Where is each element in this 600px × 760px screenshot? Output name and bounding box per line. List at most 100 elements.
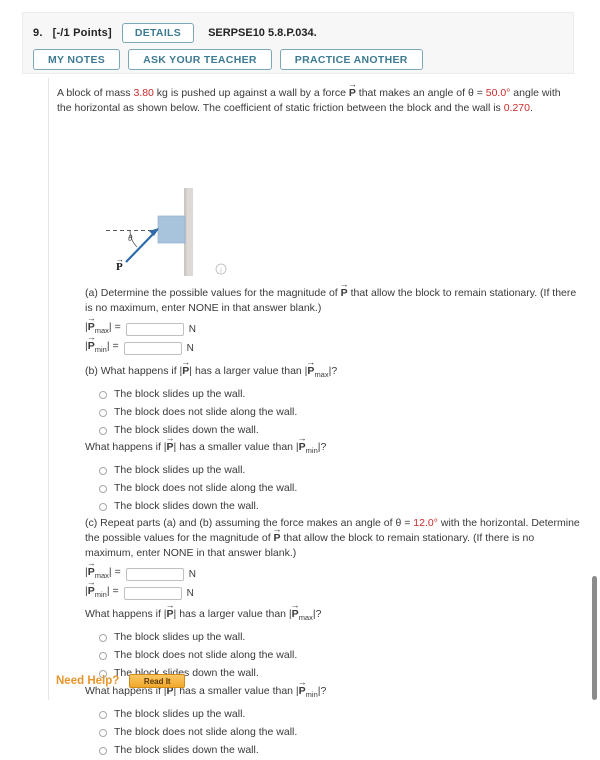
physics-figure: i θ → P [104, 186, 274, 281]
part-a-force-symbol: → P [340, 280, 349, 301]
radio-button-icon[interactable] [99, 710, 107, 719]
part-b-larger-subscript: max [314, 370, 329, 380]
vector-arrow-glyph: → [306, 357, 316, 367]
vector-arrow-glyph: → [86, 558, 96, 569]
part-c-min-unit: N [186, 588, 194, 599]
part-c-larger-subscript: max [298, 613, 313, 623]
part-a-max-input[interactable] [125, 323, 184, 336]
radio-option-slides-up[interactable]: The block slides up the wall. [85, 629, 485, 646]
part-c-block: (c) Repeat parts (a) and (b) assuming th… [85, 516, 585, 602]
radio-option-label[interactable]: The block slides down the wall. [114, 499, 259, 514]
part-c-force-symbol-4: → P [298, 678, 307, 699]
part-c-pre: (c) Repeat parts (a) and (b) assuming th… [85, 517, 396, 529]
radio-option-label[interactable]: The block slides up the wall. [114, 707, 245, 722]
radio-option-no-slide[interactable]: The block does not slide along the wall. [85, 724, 485, 741]
scrollbar-thumb[interactable] [592, 576, 597, 700]
part-a-min-input[interactable] [123, 342, 182, 355]
part-c-min-input[interactable] [123, 587, 182, 600]
radio-option-no-slide[interactable]: The block does not slide along the wall. [85, 647, 485, 664]
part-b-force-symbol-1: → P [181, 358, 190, 379]
radio-button-icon[interactable] [99, 633, 107, 642]
radio-option-label[interactable]: The block does not slide along the wall. [114, 648, 297, 663]
part-b-larger-prompt: (b) What happens if | → P| has a larger va… [85, 358, 585, 382]
radio-button-icon[interactable] [99, 390, 107, 399]
equals-sign-c: = [401, 517, 414, 529]
part-c-max-input[interactable] [125, 568, 184, 581]
part-c-max-subscript: max [94, 571, 109, 581]
read-it-button[interactable]: Read It [129, 674, 186, 688]
part-c-larger-post: |? [312, 608, 322, 620]
problem-text-5: . [529, 102, 533, 114]
radio-option-slides-up[interactable]: The block slides up the wall. [85, 706, 485, 723]
part-c-smaller-block: What happens if |→P| has a smaller value… [85, 678, 485, 760]
part-b-larger-post: |? [328, 365, 338, 377]
radio-option-label[interactable]: The block slides up the wall. [114, 463, 245, 478]
part-c-larger-prompt: What happens if | → P| has a larger value … [85, 601, 585, 625]
radio-option-slides-up[interactable]: The block slides up the wall. [85, 386, 485, 403]
part-c-force-symbol-1: → P [166, 601, 175, 622]
details-button[interactable]: DETAILS [121, 23, 195, 43]
part-b-larger-options: The block slides up the wall. The block … [85, 386, 485, 439]
radio-option-no-slide[interactable]: The block does not slide along the wall. [85, 404, 485, 421]
question-number: 9. [33, 27, 43, 39]
question-points: [-/1 Points] [52, 27, 112, 39]
part-c-smaller-post: |? [317, 685, 327, 697]
radio-button-icon[interactable] [99, 651, 107, 660]
radio-option-label[interactable]: The block does not slide along the wall. [114, 405, 297, 420]
radio-option-slides-up[interactable]: The block slides up the wall. [85, 462, 485, 479]
radio-option-label[interactable]: The block slides down the wall. [114, 423, 259, 438]
practice-another-button[interactable]: PRACTICE ANOTHER [279, 49, 423, 70]
vector-arrow-glyph: → [181, 357, 191, 367]
radio-option-slides-down[interactable]: The block slides down the wall. [85, 742, 485, 759]
part-a-min-label: | → Pmin| = [85, 332, 119, 355]
ask-your-teacher-button[interactable]: ASK YOUR TEACHER [128, 49, 272, 70]
my-notes-button[interactable]: MY NOTES [33, 49, 121, 70]
radio-button-icon[interactable] [99, 408, 107, 417]
header-row-actions: MY NOTES ASK YOUR TEACHER PRACTICE ANOTH… [33, 49, 423, 70]
part-a-min-row: | → Pmin| = N [85, 332, 585, 357]
radio-button-icon[interactable] [99, 728, 107, 737]
vector-arrow-glyph: → [297, 433, 307, 443]
part-b-larger-mid: | has a larger value than | [189, 365, 308, 377]
vector-arrow-glyph: → [165, 600, 175, 610]
radio-button-icon[interactable] [99, 426, 107, 435]
part-c-prompt: (c) Repeat parts (a) and (b) assuming th… [85, 516, 585, 561]
part-c-larger-mid: | has a larger value than | [173, 608, 292, 620]
problem-text-2: kg is pushed up against a wall by a forc… [153, 87, 349, 99]
part-c-max-row: | → Pmax| = N [85, 559, 585, 583]
part-b-larger-pre: (b) What happens if | [85, 365, 183, 377]
radio-button-icon[interactable] [99, 502, 107, 511]
radio-option-no-slide[interactable]: The block does not slide along the wall. [85, 480, 485, 497]
radio-option-slides-down[interactable]: The block slides down the wall. [85, 422, 485, 439]
radio-button-icon[interactable] [99, 466, 107, 475]
equals-sign-a: = [473, 87, 486, 99]
part-b-smaller-mid: | has a smaller value than | [173, 441, 299, 453]
radio-option-label[interactable]: The block slides up the wall. [114, 630, 245, 645]
vector-arrow-glyph: → [86, 332, 96, 343]
part-b-force-symbol-3: → P [166, 434, 175, 455]
radio-option-label[interactable]: The block does not slide along the wall. [114, 481, 297, 496]
part-c-force-symbol-2: → P [291, 601, 300, 622]
vector-arrow-glyph: → [272, 524, 282, 534]
part-b-force-symbol-4: → P [298, 434, 307, 455]
radio-option-label[interactable]: The block slides up the wall. [114, 387, 245, 402]
radio-option-label[interactable]: The block does not slide along the wall. [114, 725, 297, 740]
need-help-section: Need Help? Read It [56, 674, 186, 688]
figure-force-arrow-glyph: → [116, 255, 124, 264]
part-c-larger-pre: What happens if | [85, 608, 167, 620]
radio-option-slides-down[interactable]: The block slides down the wall. [85, 498, 485, 515]
part-c-smaller-subscript: min [305, 690, 318, 700]
part-b-larger-block: (b) What happens if | → P| has a larger va… [85, 358, 485, 440]
need-help-label: Need Help? [56, 675, 120, 687]
question-content-area: A block of mass 3.80 kg is pushed up aga… [48, 78, 580, 756]
part-a-block: (a) Determine the possible values for th… [85, 280, 585, 357]
problem-code: SERPSE10 5.8.P.034. [208, 27, 317, 39]
radio-button-icon[interactable] [99, 746, 107, 755]
radio-option-label[interactable]: The block slides down the wall. [114, 743, 259, 758]
block-shape [157, 215, 186, 244]
vector-arrow-glyph: → [290, 600, 300, 610]
radio-button-icon[interactable] [99, 484, 107, 493]
angle-value-a: 50.0° [485, 87, 511, 99]
part-b-smaller-post: |? [317, 441, 327, 453]
part-b-smaller-pre: What happens if | [85, 441, 167, 453]
